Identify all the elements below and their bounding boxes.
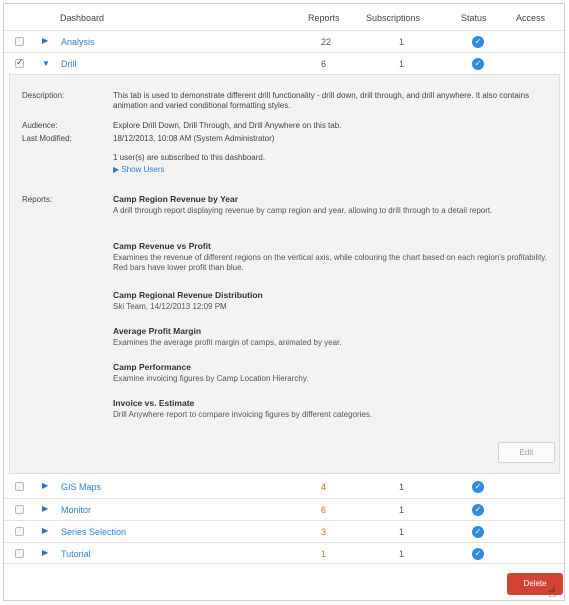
subscription-count: 1 — [399, 505, 405, 515]
status-check-icon: ✓ — [472, 548, 484, 560]
collapse-arrow-icon[interactable]: ▼ — [42, 59, 50, 68]
reports-label: Reports: — [22, 195, 53, 204]
table-row[interactable]: ▶ Analysis 22 1 ✓ — [4, 30, 564, 52]
description-text: This tab is used to demonstrate differen… — [113, 91, 530, 110]
show-users-link[interactable]: ▶ Show Users — [113, 165, 553, 175]
expand-arrow-icon[interactable]: ▶ — [42, 481, 48, 490]
row-checkbox[interactable] — [15, 37, 24, 46]
edit-button[interactable]: Edit — [498, 442, 555, 463]
report-title[interactable]: Camp Region Revenue by Year — [113, 194, 238, 204]
audience-text: Explore Drill Down, Drill Through, and D… — [113, 121, 342, 130]
header-dashboard[interactable]: Dashboard — [60, 13, 104, 23]
subscription-count: 1 — [399, 527, 405, 537]
table-row[interactable]: ▶ Tutorial 1 1 ✓ — [4, 542, 564, 564]
report-description: Examines the average profit margin of ca… — [113, 338, 342, 347]
dashboard-link[interactable]: Monitor — [61, 505, 91, 515]
report-count: 6 — [321, 59, 327, 69]
last-modified-label: Last Modified: — [22, 134, 72, 143]
dashboard-detail-panel: Description: This tab is used to demonst… — [9, 74, 560, 474]
report-description: Examines the revenue of different region… — [113, 253, 547, 272]
expand-arrow-icon[interactable]: ▶ — [42, 526, 48, 535]
last-modified-text: 18/12/2013, 10:08 AM (System Administrat… — [113, 134, 275, 143]
report-count: 3 — [321, 527, 327, 537]
subscription-count: 1 — [399, 482, 405, 492]
row-checkbox[interactable] — [15, 527, 24, 536]
header-subscriptions[interactable]: Subscriptions — [366, 13, 420, 23]
subscription-count: 1 — [399, 59, 405, 69]
report-count: 4 — [321, 482, 327, 492]
report-count: 22 — [321, 37, 332, 47]
report-count: 1 — [321, 549, 327, 559]
table-row[interactable]: ▼ Drill 6 1 ✓ — [4, 52, 564, 74]
dashboard-link[interactable]: Series Selection — [61, 527, 126, 537]
row-checkbox[interactable] — [15, 549, 24, 558]
report-description: A drill through report displaying revenu… — [113, 206, 493, 215]
dashboard-link[interactable]: GIS Maps — [61, 482, 101, 492]
report-description: Drill Anywhere report to compare invoici… — [113, 410, 373, 419]
header-reports[interactable]: Reports — [308, 13, 340, 23]
report-description: Examine invoicing figures by Camp Locati… — [113, 374, 309, 383]
expand-arrow-icon[interactable]: ▶ — [42, 36, 48, 45]
description-label: Description: — [22, 91, 65, 100]
table-header: Dashboard Reports Subscriptions Status A… — [4, 4, 564, 32]
table-row[interactable]: ▶ Monitor 6 1 ✓ — [4, 498, 564, 520]
row-checkbox[interactable] — [15, 505, 24, 514]
subscription-count: 1 — [399, 549, 405, 559]
report-description: Ski Team, 14/12/2013 12:09 PM — [113, 302, 227, 311]
header-status[interactable]: Status — [461, 13, 487, 23]
report-title[interactable]: Camp Performance — [113, 362, 191, 372]
expand-arrow-icon[interactable]: ▶ — [42, 504, 48, 513]
dashboard-link[interactable]: Analysis — [61, 37, 95, 47]
table-row[interactable]: ▶ Series Selection 3 1 ✓ — [4, 520, 564, 542]
table-row[interactable]: ▶ GIS Maps 4 1 ✓ — [4, 476, 564, 498]
report-title[interactable]: Invoice vs. Estimate — [113, 398, 194, 408]
report-title[interactable]: Average Profit Margin — [113, 326, 201, 336]
header-access[interactable]: Access — [516, 13, 545, 23]
status-check-icon: ✓ — [472, 481, 484, 493]
report-count: 6 — [321, 505, 327, 515]
row-checkbox[interactable] — [15, 57, 24, 68]
dashboard-link[interactable]: Drill — [61, 59, 77, 69]
hand-cursor-icon: ☝ — [548, 584, 557, 600]
report-title[interactable]: Camp Revenue vs Profit — [113, 241, 211, 251]
audience-label: Audience: — [22, 121, 58, 130]
report-title[interactable]: Camp Regional Revenue Distribution — [113, 290, 263, 300]
status-check-icon: ✓ — [472, 58, 484, 70]
status-check-icon: ✓ — [472, 504, 484, 516]
row-checkbox[interactable] — [15, 482, 24, 491]
status-check-icon: ✓ — [472, 526, 484, 538]
dashboard-manager-panel: Dashboard Reports Subscriptions Status A… — [3, 3, 565, 601]
expand-arrow-icon[interactable]: ▶ — [42, 548, 48, 557]
subscribed-text: 1 user(s) are subscribed to this dashboa… — [113, 153, 266, 162]
status-check-icon: ✓ — [472, 36, 484, 48]
dashboard-link[interactable]: Tutorial — [61, 549, 91, 559]
subscription-count: 1 — [399, 37, 405, 47]
